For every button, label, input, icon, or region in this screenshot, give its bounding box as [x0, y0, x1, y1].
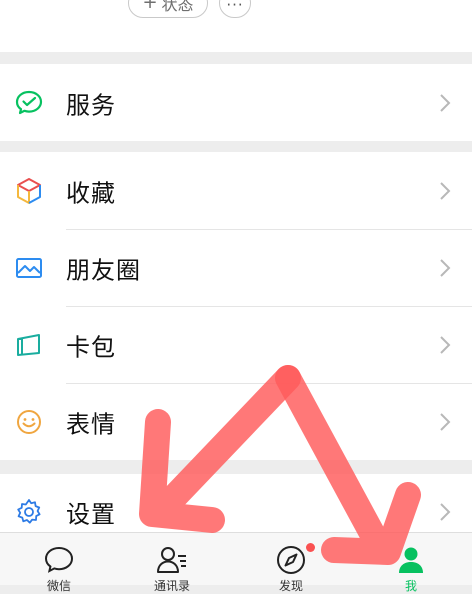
tab-label: 我	[404, 579, 417, 593]
gear-icon	[13, 496, 45, 528]
services-group: 服务	[0, 64, 472, 141]
menu-item-label: 收藏	[66, 179, 116, 207]
menu-item-services[interactable]: 服务	[0, 64, 472, 141]
menu-item-cards[interactable]: 卡包	[0, 306, 472, 383]
contacts-icon	[157, 547, 186, 573]
more-button[interactable]: ···	[219, 0, 251, 18]
chat-bubble-icon	[44, 546, 74, 573]
notification-badge	[306, 543, 315, 552]
tab-label: 发现	[278, 579, 303, 593]
status-button[interactable]: + 状态	[128, 0, 208, 18]
chevron-right-icon	[440, 181, 451, 200]
smiley-icon	[13, 406, 45, 438]
more-dots-icon: ···	[226, 0, 244, 14]
menu-item-stickers[interactable]: 表情	[0, 383, 472, 460]
menu-item-label: 朋友圈	[66, 256, 141, 284]
compass-icon	[277, 546, 305, 574]
tab-label: 通讯录	[153, 579, 190, 593]
menu-item-label: 设置	[66, 500, 116, 529]
tab-chats[interactable]: 微信	[0, 533, 118, 593]
chevron-right-icon	[440, 503, 451, 521]
main-menu-group: 收藏 朋友圈 卡包 表情	[0, 152, 472, 460]
menu-item-label: 服务	[66, 91, 116, 119]
menu-item-label: 卡包	[66, 333, 116, 361]
cube-icon	[13, 175, 45, 207]
bottom-tab-bar: 微信 通讯录 发现 我	[0, 532, 472, 593]
person-icon	[399, 547, 423, 573]
profile-header: + 状态 ···	[0, 0, 472, 52]
menu-item-moments[interactable]: 朋友圈	[0, 229, 472, 306]
tab-contacts[interactable]: 通讯录	[113, 533, 231, 593]
menu-item-favorites[interactable]: 收藏	[0, 152, 472, 229]
card-wallet-icon	[13, 329, 45, 361]
tab-label: 微信	[46, 579, 71, 593]
chevron-right-icon	[440, 93, 451, 112]
status-button-label: 状态	[161, 0, 194, 14]
tab-me[interactable]: 我	[352, 533, 470, 593]
tab-discover[interactable]: 发现	[232, 533, 350, 593]
menu-item-label: 表情	[66, 410, 116, 438]
chevron-right-icon	[440, 412, 451, 431]
picture-icon	[13, 252, 45, 284]
wechat-pay-icon	[13, 87, 45, 119]
plus-icon: +	[142, 0, 158, 13]
chevron-right-icon	[440, 258, 451, 277]
chevron-right-icon	[440, 335, 451, 354]
